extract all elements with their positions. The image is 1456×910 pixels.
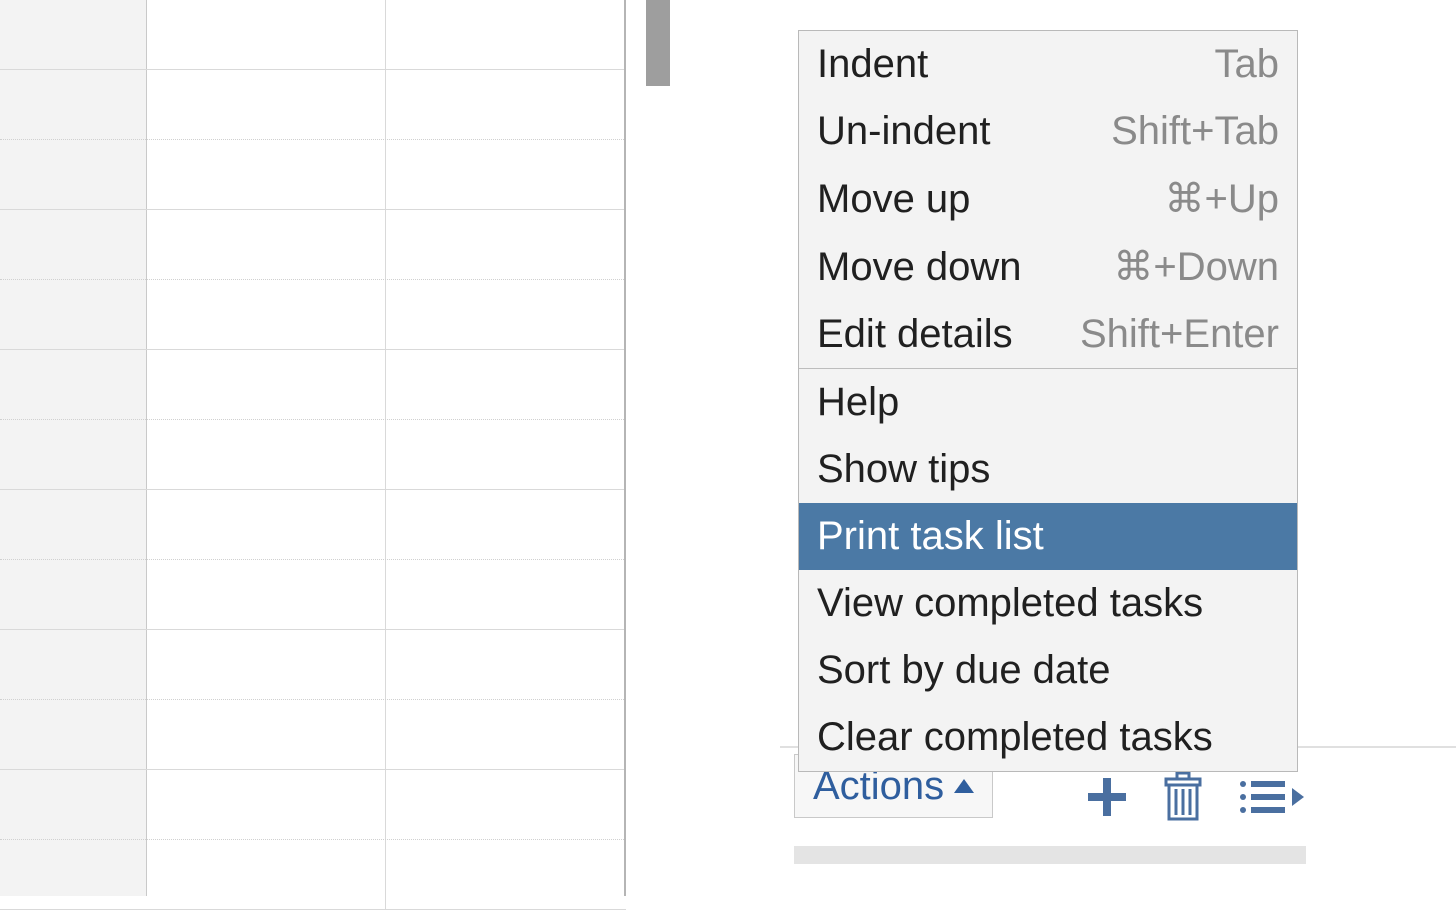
grid-cell[interactable] [386,840,624,909]
grid-rows [0,0,626,896]
menu-item-view-completed[interactable]: View completed tasks [799,570,1297,637]
grid-cell[interactable] [146,770,386,839]
grid-cell[interactable] [146,140,386,209]
menu-item-label: View completed tasks [817,581,1203,626]
menu-item-shortcut: ⌘+Down [1113,244,1279,290]
caret-up-icon [954,779,974,793]
grid-cell[interactable] [146,0,386,69]
tasks-footer-icons [1084,771,1306,828]
menu-item-label: Move up [817,177,970,222]
menu-item-help[interactable]: Help [799,369,1297,436]
menu-item-clear-completed[interactable]: Clear completed tasks [799,704,1297,771]
menu-item-show-tips[interactable]: Show tips [799,436,1297,503]
grid-cell-gutter [0,210,146,279]
grid-cell[interactable] [386,560,624,629]
grid-row[interactable] [0,700,626,770]
grid-cell[interactable] [146,70,386,139]
grid-cell[interactable] [386,770,624,839]
grid-cell[interactable] [146,560,386,629]
grid-row[interactable] [0,140,626,210]
menu-item-move-down[interactable]: Move down ⌘+Down [799,233,1297,301]
grid-row[interactable] [0,770,626,840]
horizontal-scrollbar[interactable] [794,846,1306,864]
grid-cell[interactable] [146,210,386,279]
switch-list-icon[interactable] [1236,774,1306,825]
menu-item-print-task-list[interactable]: Print task list [799,503,1297,570]
menu-item-shortcut: Shift+Enter [1080,312,1279,357]
grid-cell[interactable] [386,630,624,699]
trash-icon[interactable] [1160,771,1206,828]
grid-cell[interactable] [146,280,386,349]
vertical-scrollbar-thumb[interactable] [646,0,670,86]
add-task-icon[interactable] [1084,774,1130,825]
grid-cell[interactable] [386,490,624,559]
grid-cell-gutter [0,700,146,769]
menu-item-shortcut: Tab [1215,42,1280,87]
menu-item-sort-by-due-date[interactable]: Sort by due date [799,637,1297,704]
grid-row[interactable] [0,0,626,70]
vertical-scrollbar[interactable] [646,0,670,896]
menu-item-indent[interactable]: Indent Tab [799,31,1297,98]
grid-cell-gutter [0,420,146,489]
menu-item-label: Show tips [817,447,990,492]
grid-cell[interactable] [146,700,386,769]
menu-item-label: Clear completed tasks [817,715,1213,760]
grid-cell[interactable] [386,350,624,419]
grid-cell[interactable] [146,420,386,489]
grid-cell[interactable] [386,0,624,69]
grid-cell-gutter [0,630,146,699]
grid-cell-gutter [0,560,146,629]
grid-row[interactable] [0,420,626,490]
grid-cell-gutter [0,0,146,69]
grid-row[interactable] [0,210,626,280]
grid-cell-gutter [0,770,146,839]
grid-row[interactable] [0,560,626,630]
menu-item-shortcut: Shift+Tab [1111,109,1279,154]
grid-cell-gutter [0,350,146,419]
grid-row[interactable] [0,840,626,910]
grid-cell[interactable] [386,210,624,279]
grid-cell[interactable] [146,490,386,559]
grid-row[interactable] [0,490,626,560]
menu-item-edit-details[interactable]: Edit details Shift+Enter [799,301,1297,368]
grid-row[interactable] [0,350,626,420]
menu-item-label: Edit details [817,312,1013,357]
menu-item-label: Move down [817,245,1022,290]
grid-cell[interactable] [386,280,624,349]
grid-right-edge [624,0,626,896]
menu-item-label: Un-indent [817,109,990,154]
grid-cell[interactable] [386,700,624,769]
grid-cell[interactable] [146,630,386,699]
grid-row[interactable] [0,70,626,140]
menu-item-move-up[interactable]: Move up ⌘+Up [799,165,1297,233]
grid-area [0,0,626,896]
grid-cell[interactable] [146,840,386,909]
grid-cell-gutter [0,840,146,909]
grid-row[interactable] [0,630,626,700]
menu-item-label: Print task list [817,514,1044,559]
grid-cell-gutter [0,490,146,559]
grid-cell-gutter [0,70,146,139]
menu-item-unindent[interactable]: Un-indent Shift+Tab [799,98,1297,165]
menu-item-shortcut: ⌘+Up [1165,176,1280,222]
menu-item-label: Indent [817,42,928,87]
grid-cell[interactable] [386,70,624,139]
grid-cell[interactable] [386,420,624,489]
grid-cell-gutter [0,140,146,209]
menu-item-label: Help [817,380,899,425]
actions-menu: Indent Tab Un-indent Shift+Tab Move up ⌘… [798,30,1298,772]
grid-cell-gutter [0,280,146,349]
grid-cell[interactable] [146,350,386,419]
menu-item-label: Sort by due date [817,648,1111,693]
grid-cell[interactable] [386,140,624,209]
grid-row[interactable] [0,280,626,350]
